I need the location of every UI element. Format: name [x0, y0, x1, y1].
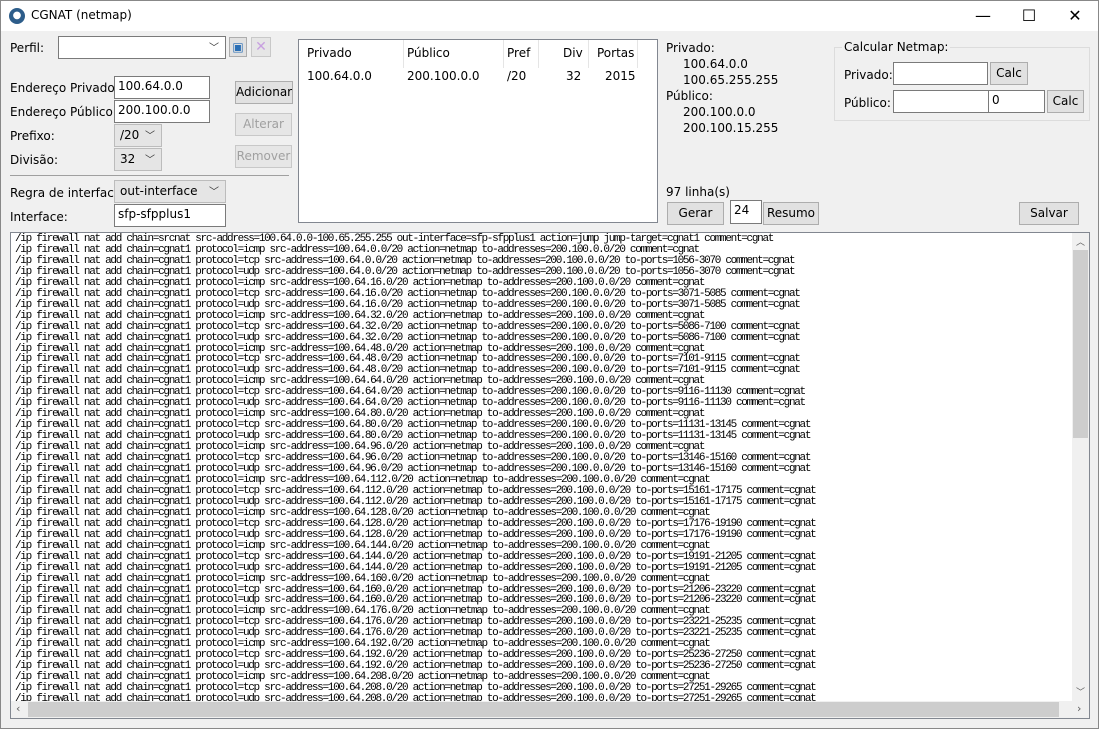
summary-publico-end: 200.100.15.255	[683, 121, 779, 135]
calc-privado-label: Privado:	[844, 68, 893, 82]
output-line: /ip firewall nat add chain=cgnat1 protoc…	[15, 550, 817, 563]
vertical-scrollbar[interactable]: ︿ ﹀	[1072, 233, 1089, 701]
x-icon[interactable]: ✕	[251, 37, 271, 57]
column-header-privado[interactable]: Privado	[307, 46, 352, 60]
cell-privado: 100.64.0.0	[307, 69, 372, 83]
regra-interface-select[interactable]: out-interface ﹀	[114, 180, 226, 203]
interface-label: Interface:	[10, 210, 68, 224]
prefixo-label: Prefixo:	[10, 129, 55, 143]
summary-publico-label: Público:	[666, 89, 713, 103]
endereco-privado-input[interactable]: 100.64.0.0	[114, 76, 210, 99]
chevron-down-icon: ﹀	[209, 187, 219, 198]
calc-publico-label: Público:	[844, 96, 891, 110]
title-bar: ● CGNAT (netmap) — ☐ ✕	[1, 1, 1098, 31]
column-header-div[interactable]: Div	[563, 46, 583, 60]
calc-publico-button[interactable]: Calc	[1047, 90, 1084, 113]
divider	[10, 175, 289, 176]
lines-count: 97 linha(s)	[666, 185, 730, 199]
output-line: /ip firewall nat add chain=cgnat1 protoc…	[15, 320, 801, 333]
output-line: /ip firewall nat add chain=cgnat1 protoc…	[15, 331, 801, 344]
column-separator	[637, 40, 638, 68]
column-header-pref[interactable]: Pref	[507, 46, 530, 60]
endereco-privado-label: Endereço Privado:	[10, 81, 119, 95]
salvar-button[interactable]: Salvar	[1019, 202, 1079, 225]
endereco-publico-input[interactable]: 200.100.0.0	[114, 100, 210, 123]
divisao-label: Divisão:	[10, 153, 58, 167]
calcular-netmap-title: Calcular Netmap:	[842, 40, 951, 54]
column-separator	[503, 40, 504, 68]
column-separator	[538, 40, 539, 68]
remover-button[interactable]: Remover	[235, 145, 292, 168]
calc-publico-input[interactable]	[893, 90, 989, 113]
alterar-button[interactable]: Alterar	[235, 113, 292, 136]
adicionar-button[interactable]: Adicionar	[235, 81, 293, 104]
output-line: /ip firewall nat add chain=cgnat1 protoc…	[15, 572, 711, 585]
ranges-table[interactable]: Privado Público Pref Div Portas 100.64.0…	[298, 39, 658, 223]
column-separator	[588, 40, 589, 68]
calc-privado-button[interactable]: Calc	[990, 62, 1028, 85]
maximize-button[interactable]: ☐	[1006, 1, 1052, 31]
endereco-publico-label: Endereço Público:	[10, 105, 117, 119]
cell-div: 32	[566, 69, 582, 83]
output-textarea[interactable]: /ip firewall nat add chain=srcnat src-ad…	[10, 232, 1090, 719]
paw-icon: ●	[9, 8, 25, 24]
calcular-netmap-group: Calcular Netmap: Privado: Calc Público: …	[834, 40, 1090, 121]
chevron-down-icon: ﹀	[145, 131, 155, 142]
output-line: /ip firewall nat add chain=cgnat1 protoc…	[15, 309, 705, 322]
summary-privado-start: 100.64.0.0	[683, 57, 748, 71]
column-header-publico[interactable]: Público	[407, 46, 450, 60]
perfil-select[interactable]: ﹀	[58, 36, 226, 59]
summary-privado-end: 100.65.255.255	[683, 73, 779, 87]
scroll-down-icon[interactable]: ﹀	[1076, 685, 1085, 698]
horizontal-scrollbar[interactable]: ‹ ›	[11, 701, 1089, 718]
divisao-value: 32	[120, 152, 136, 166]
calc-publico-offset-input[interactable]: 0	[988, 90, 1045, 113]
interface-input[interactable]: sfp-sfpplus1	[114, 204, 226, 227]
cell-publico: 200.100.0.0	[407, 69, 480, 83]
calc-privado-input[interactable]	[893, 62, 988, 85]
chevron-down-icon: ﹀	[209, 43, 219, 54]
gerar-button[interactable]: Gerar	[667, 202, 724, 225]
horizontal-scroll-thumb[interactable]	[28, 702, 1059, 717]
summary-publico-start: 200.100.0.0	[683, 105, 756, 119]
resumo-button[interactable]: Resumo	[763, 202, 819, 225]
app-window: ● CGNAT (netmap) — ☐ ✕ Perfil: ﹀ ▣ ✕ End…	[0, 0, 1099, 729]
summary-privado-label: Privado:	[666, 41, 715, 55]
minimize-button[interactable]: —	[960, 1, 1006, 31]
output-line: /ip firewall nat add chain=cgnat1 protoc…	[15, 539, 711, 552]
prefixo-value: /20	[120, 128, 140, 142]
scroll-up-icon[interactable]: ︿	[1076, 235, 1085, 248]
resumo-count-input[interactable]: 24	[730, 200, 762, 224]
floppy-disk-icon[interactable]: ▣	[229, 37, 247, 57]
output-lines: /ip firewall nat add chain=srcnat src-ad…	[15, 234, 817, 705]
divisao-select[interactable]: 32 ﹀	[114, 148, 162, 171]
scroll-right-icon[interactable]: ›	[1077, 702, 1081, 715]
vertical-scroll-thumb[interactable]	[1073, 250, 1088, 438]
window-title: CGNAT (netmap)	[31, 8, 132, 22]
column-header-portas[interactable]: Portas	[597, 46, 634, 60]
regra-interface-value: out-interface	[120, 184, 198, 198]
close-button[interactable]: ✕	[1052, 1, 1098, 31]
output-line: /ip firewall nat add chain=cgnat1 protoc…	[15, 561, 817, 574]
prefixo-select[interactable]: /20 ﹀	[114, 124, 162, 147]
perfil-label: Perfil:	[10, 41, 45, 55]
column-separator	[403, 40, 404, 68]
chevron-down-icon: ﹀	[145, 155, 155, 166]
regra-interface-label: Regra de interface:	[10, 186, 126, 200]
cell-pref: /20	[507, 69, 527, 83]
scroll-left-icon[interactable]: ‹	[16, 702, 20, 715]
cell-portas: 2015	[605, 69, 636, 83]
